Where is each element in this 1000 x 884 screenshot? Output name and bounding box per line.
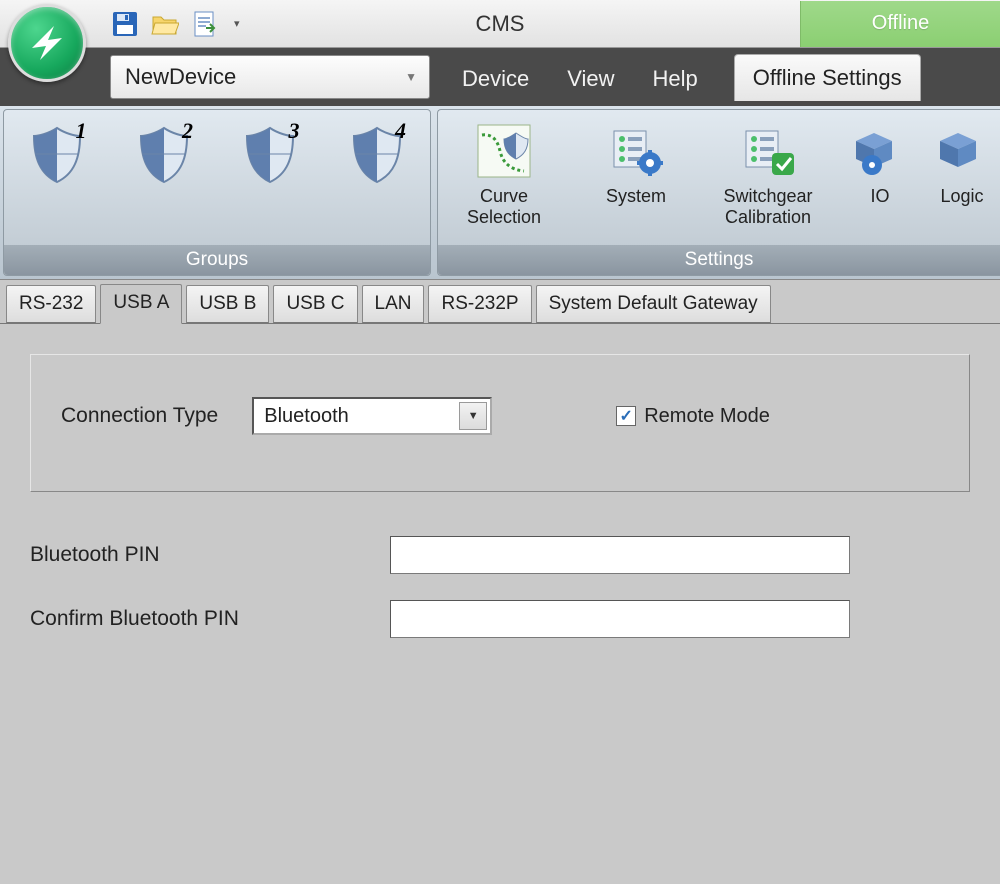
tab-view[interactable]: View xyxy=(565,58,616,100)
group-3[interactable]: 3 xyxy=(223,118,318,186)
connection-type-label: Connection Type xyxy=(61,404,218,428)
tab-offline-settings[interactable]: Offline Settings xyxy=(734,54,921,101)
subtab-usb-c[interactable]: USB C xyxy=(273,285,357,323)
device-selector-value: NewDevice xyxy=(125,64,236,90)
chevron-down-icon: ▼ xyxy=(459,402,487,430)
ribbon-caption-groups: Groups xyxy=(4,245,430,275)
confirm-pin-input[interactable] xyxy=(390,600,850,638)
device-selector[interactable]: NewDevice ▼ xyxy=(110,55,430,99)
subtabs: RS-232 USB A USB B USB C LAN RS-232P Sys… xyxy=(0,280,1000,324)
floppy-icon xyxy=(112,11,138,37)
connection-type-value: Bluetooth xyxy=(264,405,349,428)
group-2[interactable]: 2 xyxy=(117,118,212,186)
pin-row: Bluetooth PIN xyxy=(30,536,970,574)
curve-icon xyxy=(476,123,532,179)
confirm-pin-row: Confirm Bluetooth PIN xyxy=(30,600,970,638)
ribbon-group-settings: Curve Selection System xyxy=(437,109,1000,276)
ribbon: 1 2 3 xyxy=(0,106,1000,280)
save-button[interactable] xyxy=(110,9,140,39)
subtab-usb-b[interactable]: USB B xyxy=(186,285,269,323)
content-panel: Connection Type Bluetooth ▼ ✓ Remote Mod… xyxy=(0,324,1000,884)
subtab-gateway[interactable]: System Default Gateway xyxy=(536,285,771,323)
remote-mode-label: Remote Mode xyxy=(644,405,770,428)
io-icon xyxy=(852,123,908,179)
connection-fieldset: Connection Type Bluetooth ▼ ✓ Remote Mod… xyxy=(30,354,970,492)
system-icon xyxy=(608,123,664,179)
qat-customize-dropdown[interactable]: ▾ xyxy=(230,17,244,30)
folder-icon xyxy=(151,11,179,37)
open-button[interactable] xyxy=(150,9,180,39)
title-bar: ▾ CMS Offline xyxy=(0,0,1000,48)
subtab-lan[interactable]: LAN xyxy=(362,285,425,323)
remote-mode-checkbox[interactable]: ✓ Remote Mode xyxy=(616,405,770,428)
tab-device[interactable]: Device xyxy=(460,58,531,100)
logic-icon xyxy=(940,123,984,179)
tab-help[interactable]: Help xyxy=(651,58,700,100)
switchgear-calibration-button[interactable]: Switchgear Calibration xyxy=(708,118,828,228)
subtab-usb-a[interactable]: USB A xyxy=(100,284,182,324)
chevron-down-icon: ▼ xyxy=(405,70,417,84)
subtab-rs232[interactable]: RS-232 xyxy=(6,285,96,323)
group-1[interactable]: 1 xyxy=(10,118,105,186)
doc-arrow-icon xyxy=(192,10,218,38)
curve-selection-button[interactable]: Curve Selection xyxy=(444,118,564,228)
checkbox-icon: ✓ xyxy=(616,406,636,426)
system-button[interactable]: System xyxy=(576,118,696,207)
ribbon-group-groups: 1 2 3 xyxy=(3,109,431,276)
io-button[interactable]: IO xyxy=(840,118,920,207)
bolt-icon xyxy=(24,20,70,66)
bluetooth-pin-label: Bluetooth PIN xyxy=(30,543,390,567)
group-4[interactable]: 4 xyxy=(330,118,425,186)
switchgear-icon xyxy=(740,123,796,179)
app-title: CMS xyxy=(476,11,525,37)
subtab-rs232p[interactable]: RS-232P xyxy=(428,285,531,323)
app-button[interactable] xyxy=(8,4,86,82)
bluetooth-pin-input[interactable] xyxy=(390,536,850,574)
confirm-pin-label: Confirm Bluetooth PIN xyxy=(30,607,390,631)
ribbon-caption-settings: Settings xyxy=(438,245,1000,275)
status-badge: Offline xyxy=(800,1,1000,47)
connection-type-combo[interactable]: Bluetooth ▼ xyxy=(252,397,492,435)
quick-access-toolbar: ▾ xyxy=(110,9,244,39)
logic-button[interactable]: Logic xyxy=(932,118,992,207)
export-button[interactable] xyxy=(190,9,220,39)
menu-bar: NewDevice ▼ Device View Help Offline Set… xyxy=(0,48,1000,106)
menu-tabs: Device View Help Offline Settings xyxy=(460,48,921,106)
